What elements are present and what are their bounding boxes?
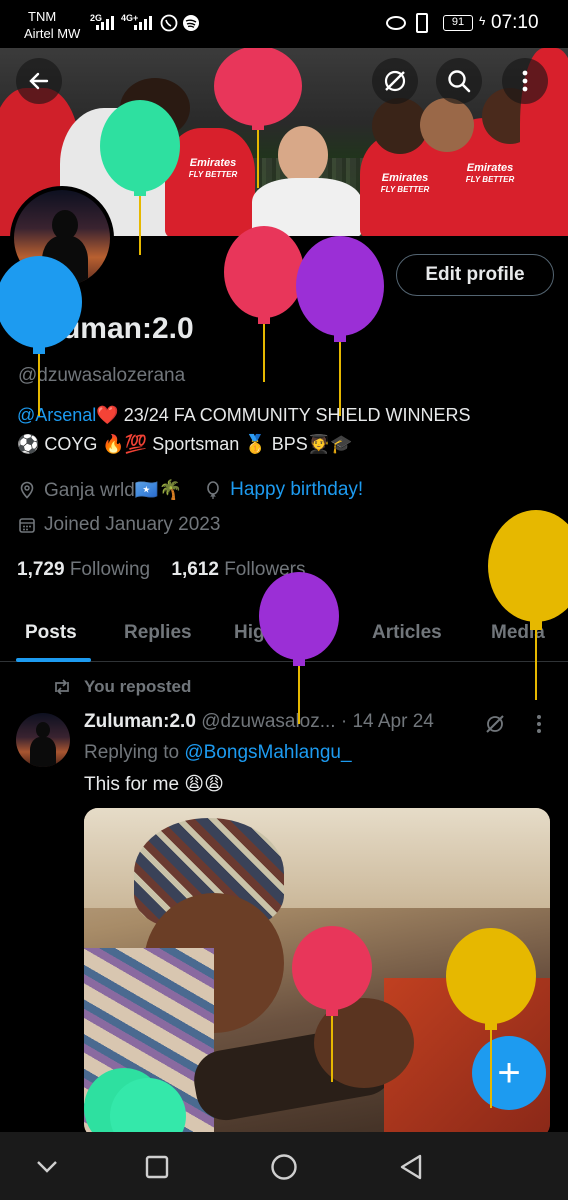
- charging-icon: ϟ: [479, 14, 486, 28]
- battery-icon: 91: [443, 15, 473, 31]
- shirt-sponsor: Emirates FLY BETTER: [188, 157, 238, 180]
- banner-player-head: [120, 78, 190, 138]
- grok-icon[interactable]: [484, 713, 506, 735]
- joined-row: Joined January 2023: [18, 514, 220, 536]
- eye-icon: [386, 16, 406, 30]
- bio-line-1: @Arsenal❤️ 23/24 FA COMMUNITY SHIELD WIN…: [17, 405, 470, 426]
- balloon-red: [224, 226, 304, 382]
- carrier-primary: TNM: [28, 9, 57, 24]
- more-vertical-icon: [522, 70, 528, 92]
- shirt-sponsor: Emirates FLY BETTER: [465, 162, 515, 185]
- follow-stats: 1,729 Following 1,612 Followers: [17, 559, 306, 581]
- nav-recents-button[interactable]: [140, 1150, 174, 1184]
- tab-articles[interactable]: Articles: [372, 622, 442, 644]
- post-header: Zuluman:2.0 @dzuwasaloz... · 14 Apr 24: [84, 711, 434, 733]
- edit-profile-button[interactable]: Edit profile: [396, 254, 554, 296]
- bio-line-1-text: ❤️ 23/24 FA COMMUNITY SHIELD WINNERS: [96, 405, 471, 425]
- avatar-silhouette-head: [36, 722, 50, 738]
- nav-back-button[interactable]: [394, 1150, 428, 1184]
- post-text: This for me 😩😩: [84, 774, 224, 795]
- shirt-sponsor: Emirates FLY BETTER: [380, 172, 430, 195]
- compose-button[interactable]: +: [472, 1036, 546, 1110]
- chevron-down-icon: [37, 1161, 57, 1173]
- tab-highlights[interactable]: Highlights: [234, 622, 327, 644]
- whatsapp-icon: [160, 14, 178, 32]
- username: @dzuwasalozerana: [18, 365, 186, 386]
- grok-icon: [384, 70, 406, 92]
- circle-icon: [271, 1154, 297, 1180]
- bio-mention-link[interactable]: @Arsenal: [17, 405, 96, 425]
- banner-player: [252, 178, 362, 236]
- balloon-yellow: [488, 510, 568, 700]
- birthday-link[interactable]: Happy birthday!: [230, 479, 363, 501]
- replying-to: Replying to @BongsMahlangu_: [84, 742, 352, 763]
- spotify-icon: [183, 15, 199, 31]
- display-name: Zuluman:2.0: [17, 312, 194, 345]
- nav-home-button[interactable]: [267, 1150, 301, 1184]
- carrier-secondary: Airtel MW: [24, 26, 81, 41]
- image-child-face: [314, 998, 414, 1088]
- balloon-icon: [207, 481, 219, 499]
- profile-meta-row: Ganja wrld🇸🇴🌴 Happy birthday!: [18, 478, 363, 502]
- joined-text: Joined January 2023: [44, 514, 221, 535]
- vibrate-icon: [416, 13, 428, 33]
- avatar-silhouette-body: [30, 737, 56, 767]
- tab-replies[interactable]: Replies: [124, 622, 192, 644]
- banner-player-head: [278, 126, 328, 184]
- post-author-handle[interactable]: @dzuwasaloz...: [201, 711, 335, 732]
- signal-icon: [96, 16, 114, 30]
- repost-icon: [55, 679, 69, 695]
- back-button[interactable]: [16, 58, 62, 104]
- triangle-back-icon: [400, 1154, 422, 1180]
- avatar-silhouette-body: [42, 236, 88, 286]
- replying-handle-link[interactable]: @BongsMahlangu_: [184, 742, 351, 763]
- system-nav-bar: [0, 1132, 568, 1200]
- balloon-purple: [296, 236, 384, 416]
- following-link[interactable]: 1,729 Following: [17, 559, 150, 580]
- search-button[interactable]: [436, 58, 482, 104]
- location-pin-icon: [20, 481, 34, 499]
- followers-link[interactable]: 1,612 Followers: [171, 559, 305, 580]
- post-more-icon[interactable]: [536, 714, 542, 734]
- repost-label: You reposted: [84, 677, 192, 696]
- banner-player-head: [420, 98, 474, 152]
- bio-line-2: ⚽ COYG 🔥💯 Sportsman 🥇 BPS🧑‍🎓🎓: [17, 434, 353, 454]
- post-author-name[interactable]: Zuluman:2.0: [84, 711, 196, 732]
- search-icon: [448, 70, 471, 93]
- location-text: Ganja wrld🇸🇴🌴: [44, 480, 183, 501]
- image-blanket: [84, 948, 214, 1138]
- post-author-avatar[interactable]: [16, 713, 70, 767]
- calendar-icon: [19, 518, 35, 533]
- tab-posts[interactable]: Posts: [25, 622, 77, 644]
- signal-icon: [134, 16, 152, 30]
- profile-avatar[interactable]: [10, 186, 114, 290]
- tab-media[interactable]: Media: [491, 622, 545, 644]
- active-tab-indicator: [16, 658, 91, 662]
- more-button[interactable]: [502, 58, 548, 104]
- post-date: · 14 Apr 24: [340, 711, 434, 732]
- grok-button[interactable]: [372, 58, 418, 104]
- nav-collapse-button[interactable]: [30, 1150, 64, 1184]
- status-time: 07:10: [491, 12, 539, 33]
- banner-player: [165, 128, 255, 236]
- repost-indicator: You reposted: [52, 677, 191, 697]
- profile-tabs: Posts Replies Highlights Articles Media: [0, 612, 568, 662]
- arrow-left-icon: [29, 72, 49, 90]
- status-bar: TNM Airtel MW 2G 4G+ 91 ϟ 07:10: [0, 0, 568, 48]
- square-icon: [145, 1155, 169, 1179]
